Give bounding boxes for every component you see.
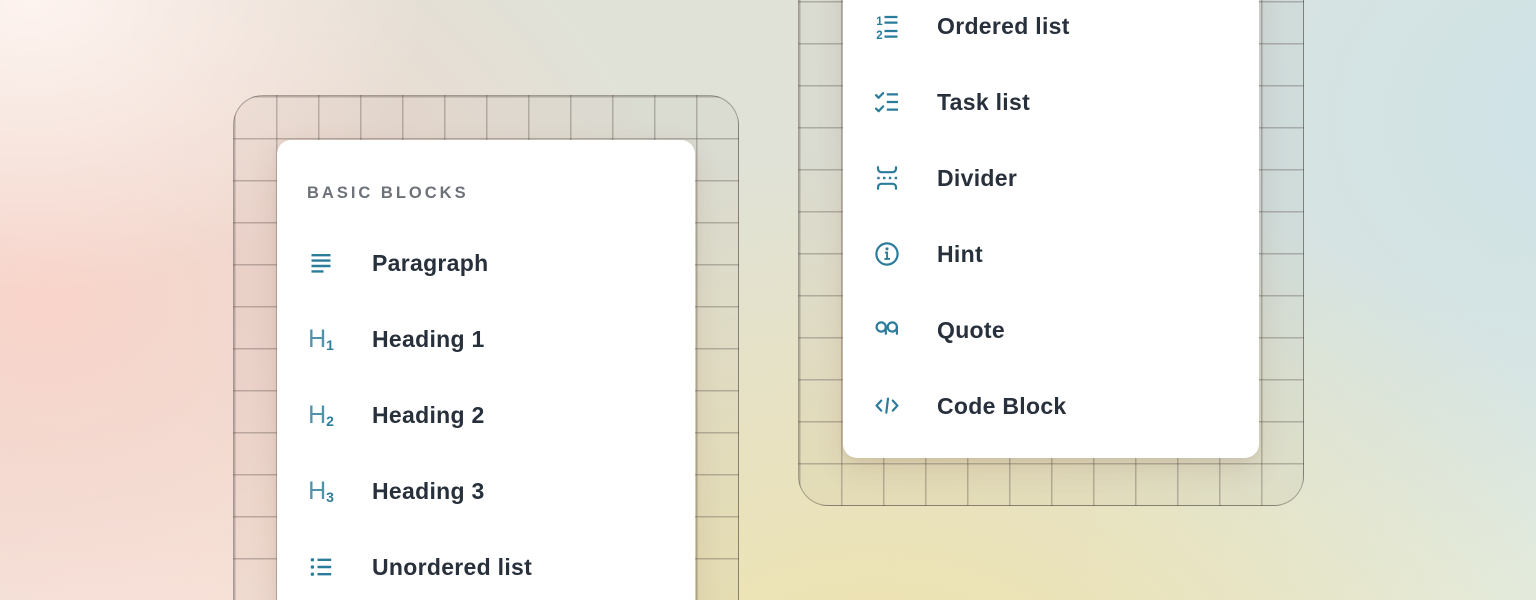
quote-icon (873, 316, 901, 344)
hint-icon (873, 240, 901, 268)
task-list-icon (873, 88, 901, 116)
menu-item-unordered-list[interactable]: Unordered list (277, 529, 695, 600)
divider-icon (873, 164, 901, 192)
heading-letter: H (308, 403, 326, 428)
unordered-list-icon (307, 553, 335, 581)
heading-1-icon: H 1 (307, 325, 335, 353)
menu-item-label: Paragraph (372, 250, 488, 277)
svg-text:1: 1 (876, 16, 883, 28)
blocks-menu-continued: 1 2 Ordered list Task list (843, 0, 1259, 458)
menu-item-label: Heading 1 (372, 326, 485, 353)
menu-item-label: Task list (937, 89, 1030, 116)
menu-item-task-list[interactable]: Task list (843, 64, 1259, 140)
heading-3-icon: H 3 (307, 477, 335, 505)
menu-item-paragraph[interactable]: Paragraph (277, 225, 695, 301)
section-title: BASIC BLOCKS (277, 173, 695, 213)
heading-subscript: 3 (326, 490, 334, 504)
menu-item-heading-2[interactable]: H 2 Heading 2 (277, 377, 695, 453)
menu-item-label: Heading 2 (372, 402, 485, 429)
menu-item-code-block[interactable]: Code Block (843, 368, 1259, 444)
menu-item-label: Heading 3 (372, 478, 485, 505)
menu-item-heading-3[interactable]: H 3 Heading 3 (277, 453, 695, 529)
heading-letter: H (308, 327, 326, 352)
menu-item-label: Code Block (937, 393, 1067, 420)
menu-item-label: Ordered list (937, 13, 1070, 40)
basic-blocks-menu: BASIC BLOCKS Paragraph H 1 Heading 1 (277, 140, 695, 600)
heading-2-icon: H 2 (307, 401, 335, 429)
menu-item-hint[interactable]: Hint (843, 216, 1259, 292)
menu-item-label: Unordered list (372, 554, 532, 581)
ordered-list-icon: 1 2 (873, 12, 901, 40)
heading-subscript: 1 (326, 338, 334, 352)
menu-item-list: 1 2 Ordered list Task list (843, 0, 1259, 444)
menu-item-divider[interactable]: Divider (843, 140, 1259, 216)
svg-text:2: 2 (876, 30, 882, 40)
menu-item-heading-1[interactable]: H 1 Heading 1 (277, 301, 695, 377)
menu-item-label: Divider (937, 165, 1017, 192)
menu-item-quote[interactable]: Quote (843, 292, 1259, 368)
heading-letter: H (308, 479, 326, 504)
menu-item-ordered-list[interactable]: 1 2 Ordered list (843, 0, 1259, 64)
gradient-background: BASIC BLOCKS Paragraph H 1 Heading 1 (0, 0, 1536, 600)
menu-item-label: Hint (937, 241, 983, 268)
paragraph-icon (307, 249, 335, 277)
code-block-icon (873, 392, 901, 420)
heading-subscript: 2 (326, 414, 334, 428)
menu-item-list: Paragraph H 1 Heading 1 H 2 Heading 2 H (277, 225, 695, 600)
menu-item-label: Quote (937, 317, 1005, 344)
